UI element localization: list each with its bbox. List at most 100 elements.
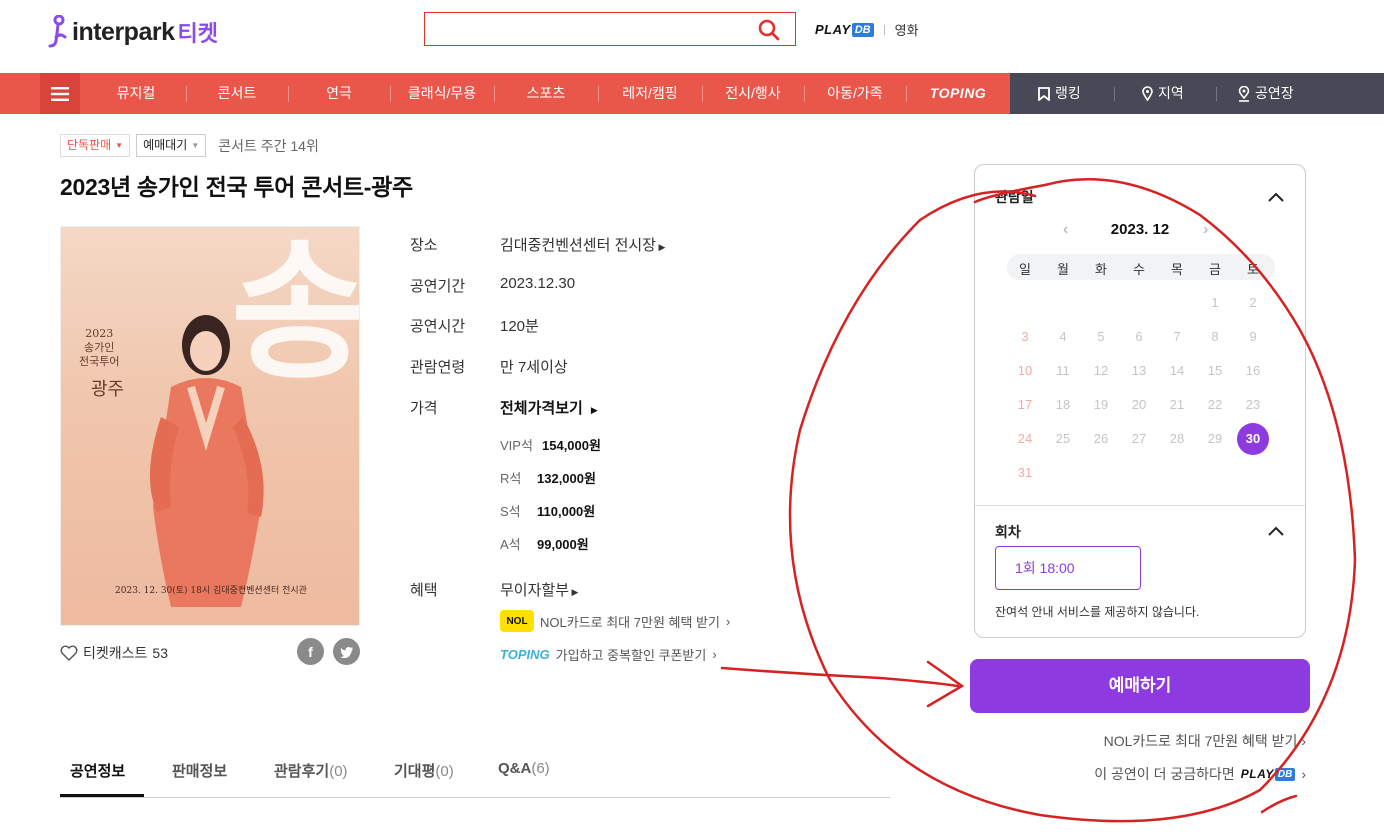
calendar-day[interactable]: 18	[1044, 390, 1082, 420]
view-all-prices-link[interactable]: 전체가격보기 ▶	[500, 397, 598, 418]
nol-card-benefit-link-right[interactable]: NOL카드로 최대 7만원 혜택 받기 ›	[1104, 731, 1306, 751]
chevron-right-icon: ›	[1301, 733, 1306, 749]
next-month-button[interactable]: ›	[1203, 221, 1208, 239]
tab-qna[interactable]: Q&A(6)	[498, 760, 550, 777]
calendar-day[interactable]: 26	[1082, 424, 1120, 454]
calendar-day[interactable]: 7	[1158, 322, 1196, 352]
toping-coupon-link[interactable]: TOPING 가입하고 중복할인 쿠폰받기 ›	[500, 645, 717, 664]
price-row: R석 132,000원	[500, 468, 596, 487]
calendar-day[interactable]: 25	[1044, 424, 1082, 454]
concert-poster[interactable]: 송 2023 송가인 전국투어 광주 2023. 12. 30(토) 18시 김…	[60, 226, 360, 626]
calendar-day[interactable]: 21	[1158, 390, 1196, 420]
nav-right-divider	[1114, 87, 1115, 101]
search-input[interactable]	[425, 13, 745, 45]
playdb-more-link[interactable]: 이 공연이 더 궁금하다면 PLAY DB ›	[1094, 764, 1306, 784]
interest-free-link[interactable]: 무이자할부 ▶	[500, 579, 578, 600]
view-all-prices-label: 전체가격보기	[500, 400, 583, 417]
calendar-day[interactable]: 27	[1120, 424, 1158, 454]
ticketcast-button[interactable]: 티켓캐스트 53	[60, 643, 168, 663]
calendar-day-selected[interactable]: 30	[1234, 423, 1272, 455]
playdb-link[interactable]: PLAY DB	[815, 22, 874, 37]
nav-region[interactable]: 지역	[1142, 73, 1184, 114]
nav-sports[interactable]: 스포츠	[494, 73, 598, 114]
nol-card-benefit-right-text: NOL카드로 최대 7만원 혜택 받기	[1103, 733, 1298, 749]
tab-sales-info[interactable]: 판매정보	[172, 760, 227, 781]
price-amount: 154,000원	[542, 438, 601, 453]
playdb-more-text: 이 공연이 더 궁금하다면	[1094, 766, 1235, 782]
calendar-day[interactable]: 10	[1006, 356, 1044, 386]
calendar-day[interactable]: 16	[1234, 356, 1272, 386]
chevron-up-icon[interactable]	[1267, 191, 1285, 203]
calendar-day[interactable]: 5	[1082, 322, 1120, 352]
price-grade: S석	[500, 504, 521, 519]
product-tags: 단독판매 ▼ 예매대기 ▼ 콘서트 주간 14위	[60, 134, 319, 157]
toping-coupon-text: 가입하고 중복할인 쿠폰받기	[555, 648, 707, 663]
calendar-day[interactable]: 24	[1006, 424, 1044, 454]
calendar-day[interactable]: 20	[1120, 390, 1158, 420]
calendar-day[interactable]: 12	[1082, 356, 1120, 386]
hamburger-menu-button[interactable]	[40, 73, 80, 114]
venue-link[interactable]: 김대중컨벤션센터 전시장 ▶	[500, 234, 665, 255]
tab-expectations[interactable]: 기대평(0)	[394, 760, 454, 781]
nav-kids-family[interactable]: 아동/가족	[804, 73, 906, 114]
weekday-label: 수	[1133, 262, 1145, 277]
nav-ranking[interactable]: 랭킹	[1038, 73, 1081, 114]
calendar-day[interactable]: 29	[1196, 424, 1234, 454]
calendar-day[interactable]: 14	[1158, 356, 1196, 386]
nav-toping-logo[interactable]: TOPING	[906, 73, 1010, 114]
calendar-day[interactable]: 22	[1196, 390, 1234, 420]
chevron-up-icon[interactable]	[1267, 525, 1285, 537]
nav-musical[interactable]: 뮤지컬	[86, 73, 186, 114]
search-icon[interactable]	[757, 18, 781, 42]
nav-concert[interactable]: 콘서트	[186, 73, 288, 114]
book-now-button[interactable]: 예매하기	[970, 659, 1310, 713]
session-option-button[interactable]: 1회 18:00	[995, 546, 1141, 590]
nav-venue[interactable]: 공연장	[1238, 73, 1294, 114]
calendar-day[interactable]: 8	[1196, 322, 1234, 352]
tab-reviews[interactable]: 관람후기(0)	[274, 760, 348, 781]
calendar-day[interactable]: 28	[1158, 424, 1196, 454]
chevron-right-icon: ›	[725, 613, 731, 629]
tab-performance-info[interactable]: 공연정보	[70, 760, 125, 781]
venue-label: 장소	[410, 237, 438, 254]
weekday-label: 월	[1057, 262, 1069, 277]
calendar-day[interactable]: 17	[1006, 390, 1044, 420]
calendar-day[interactable]: 2	[1234, 288, 1272, 318]
nav-classic-dance[interactable]: 클래식/무용	[390, 73, 494, 114]
facebook-icon: f	[308, 643, 313, 660]
annotation-tail	[1260, 794, 1298, 814]
period-value: 2023.12.30	[500, 275, 576, 292]
header-links: PLAY DB 영화	[815, 20, 919, 39]
exclusive-sale-tag[interactable]: 단독판매 ▼	[60, 134, 131, 157]
poster-singer-figure	[149, 315, 264, 607]
price-grade: VIP석	[500, 438, 533, 453]
calendar-day[interactable]: 9	[1234, 322, 1272, 352]
header-divider	[883, 24, 885, 35]
calendar-day[interactable]: 1	[1196, 288, 1234, 318]
interpark-logo[interactable]: interpark 티켓	[46, 14, 218, 50]
calendar-day[interactable]: 31	[1006, 458, 1044, 488]
price-row: VIP석 154,000원	[500, 435, 601, 454]
annotation-arrow-line	[720, 666, 960, 688]
bookmark-icon	[1038, 86, 1050, 101]
calendar-day[interactable]: 6	[1120, 322, 1158, 352]
calendar-day[interactable]: 23	[1234, 390, 1272, 420]
logo-wordmark: interpark	[72, 17, 175, 46]
facebook-share-button[interactable]: f	[297, 638, 324, 665]
nav-exhibition[interactable]: 전시/행사	[702, 73, 804, 114]
calendar-day[interactable]: 13	[1120, 356, 1158, 386]
calendar-day[interactable]: 11	[1044, 356, 1082, 386]
age-label: 관람연령	[410, 359, 466, 376]
calendar-day[interactable]: 19	[1082, 390, 1120, 420]
nav-play[interactable]: 연극	[288, 73, 390, 114]
twitter-share-button[interactable]	[333, 638, 360, 665]
calendar-day[interactable]: 15	[1196, 356, 1234, 386]
reservation-waiting-tag[interactable]: 예매대기 ▼	[136, 134, 207, 157]
calendar-day[interactable]: 3	[1006, 322, 1044, 352]
detail-tabs: 공연정보 판매정보 관람후기(0) 기대평(0) Q&A(6)	[60, 748, 890, 798]
nol-card-benefit-link[interactable]: NOL NOL카드로 최대 7만원 혜택 받기 ›	[500, 610, 730, 632]
nav-right-section: 랭킹 지역 공연장	[1010, 73, 1384, 114]
calendar-day[interactable]: 4	[1044, 322, 1082, 352]
movie-link[interactable]: 영화	[895, 20, 919, 39]
nav-leisure-camping[interactable]: 레저/캠핑	[598, 73, 702, 114]
